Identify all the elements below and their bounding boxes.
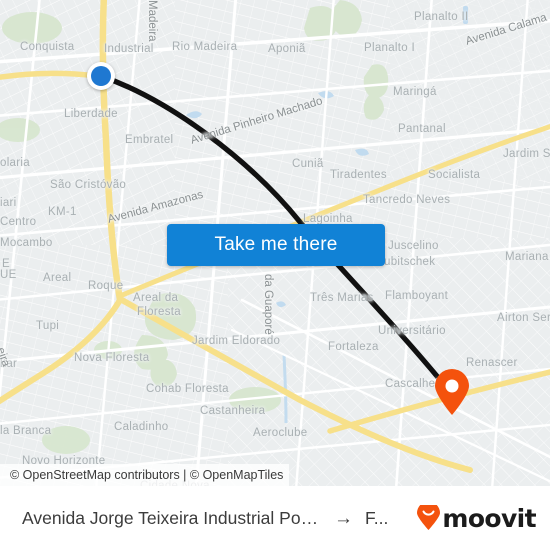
map-canvas[interactable]: Conquista Industrial Rio Madeira Aponiã Plan… <box>0 0 550 486</box>
map-attribution[interactable]: © OpenStreetMap contributors | © OpenMap… <box>0 464 290 486</box>
trip-footer-bar: Avenida Jorge Teixeira Industrial Porto … <box>0 486 550 550</box>
trip-summary[interactable]: Avenida Jorge Teixeira Industrial Porto … <box>22 508 406 529</box>
destination-pin-svg <box>435 369 469 415</box>
take-me-there-button[interactable]: Take me there <box>167 224 385 266</box>
trip-destination-label: F... <box>365 507 389 528</box>
origin-marker-dot <box>91 66 111 86</box>
moovit-wordmark: moovit <box>442 503 536 533</box>
moovit-pin-icon <box>417 505 441 530</box>
origin-marker-icon[interactable] <box>87 62 115 90</box>
moovit-map-screen: Conquista Industrial Rio Madeira Aponiã Plan… <box>0 0 550 550</box>
arrow-right-icon: → <box>334 507 353 529</box>
moovit-logo[interactable]: moovit <box>416 503 537 533</box>
destination-pin-icon[interactable] <box>433 369 471 416</box>
trip-origin-label: Avenida Jorge Teixeira Industrial Porto … <box>22 507 322 528</box>
